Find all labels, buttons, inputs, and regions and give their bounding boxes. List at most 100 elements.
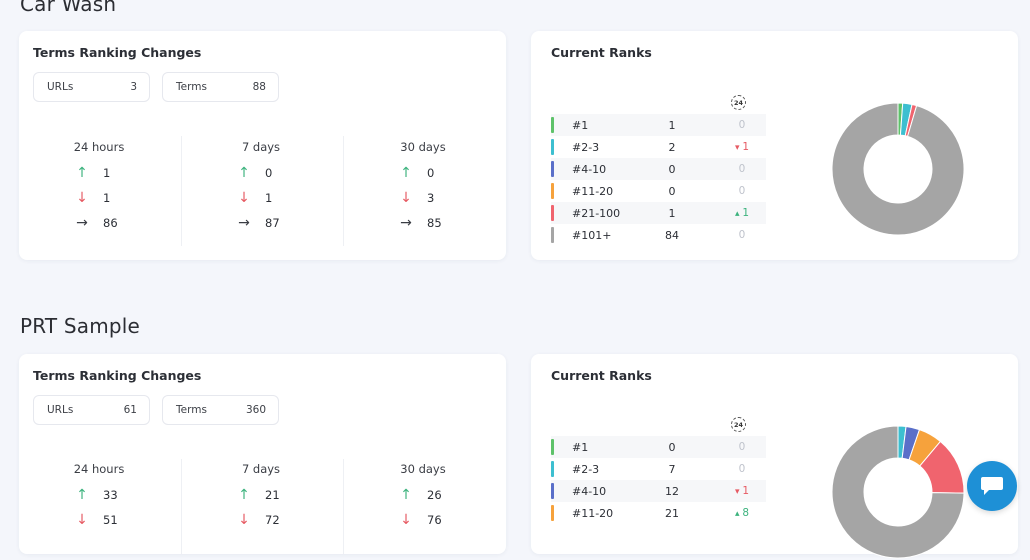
ranks-donut-chart: [831, 425, 965, 559]
terms-value: 360: [245, 404, 266, 416]
ranks-donut-chart: [831, 102, 965, 236]
rank-row: #4-10 0 0: [551, 158, 766, 180]
current-ranks-card: Current Ranks 24 #1 0 0 #2-3 7 0 #4-10 12 ▾ 1 #11…: [531, 354, 1018, 559]
terms-pill[interactable]: Terms 88: [162, 72, 279, 102]
flat-count: 87: [265, 215, 280, 230]
urls-label: URLs: [47, 404, 74, 416]
rank-count: 7: [668, 462, 676, 476]
rank-change-value: 0: [738, 441, 746, 453]
rank-change-value: 0: [738, 229, 746, 241]
rank-color-bar: [551, 227, 554, 243]
current-ranks-card: Current Ranks 24 #1 1 0 #2-3 2 ▾ 1 #4-10 0 0 #11-…: [531, 31, 1018, 260]
arrow-down-icon: ↓: [238, 189, 250, 206]
arrow-down-icon: ↓: [76, 189, 88, 206]
period-30d: 30 days ↑ 26 ↓ 76: [343, 462, 503, 532]
rank-label: #4-10: [572, 484, 607, 498]
rank-change: ▴ 1: [727, 207, 757, 219]
arrow-up-icon: ↑: [238, 164, 250, 181]
rank-label: #21-100: [572, 206, 621, 220]
rank-change: 0: [727, 163, 757, 175]
rank-change: ▾ 1: [727, 141, 757, 153]
period-label: 7 days: [241, 140, 281, 154]
arrow-up-icon: ↑: [238, 486, 250, 503]
arrow-right-icon: →: [76, 214, 88, 231]
card-title: Terms Ranking Changes: [33, 368, 202, 383]
chat-icon: [981, 477, 1003, 495]
terms-value: 88: [252, 81, 266, 93]
terms-ranking-changes-card: Terms Ranking Changes URLs 61 Terms 360 …: [19, 354, 506, 554]
arrow-down-icon: ↓: [400, 189, 412, 206]
urls-value: 61: [123, 404, 137, 416]
rank-count: 21: [665, 506, 679, 520]
rank-row: #1 1 0: [551, 114, 766, 136]
rank-table: #1 0 0 #2-3 7 0 #4-10 12 ▾ 1 #11-20 21 ▴ 8: [551, 436, 766, 524]
rank-row: #101+ 84 0: [551, 224, 766, 246]
arrow-up-icon: ↑: [76, 164, 88, 181]
rank-change-value: 0: [738, 185, 746, 197]
arrow-up-icon: ↑: [400, 486, 412, 503]
period-label: 7 days: [241, 462, 281, 476]
rank-change-value: 1: [742, 485, 750, 497]
up-count: 21: [265, 487, 280, 502]
rank-color-bar: [551, 461, 554, 477]
rank-color-bar: [551, 161, 554, 177]
down-count: 1: [103, 190, 111, 205]
down-count: 76: [427, 512, 442, 527]
period-label: 24 hours: [73, 462, 125, 476]
rank-change-value: 1: [742, 207, 750, 219]
period-7d: 7 days ↑ 0 ↓ 1 → 87: [181, 140, 341, 235]
period-label: 30 days: [400, 462, 446, 476]
rank-label: #4-10: [572, 162, 607, 176]
rank-change-value: 0: [738, 163, 746, 175]
rank-change: 0: [727, 463, 757, 475]
urls-pill[interactable]: URLs 61: [33, 395, 150, 425]
rank-row: #2-3 7 0: [551, 458, 766, 480]
terms-pill[interactable]: Terms 360: [162, 395, 279, 425]
card-title: Current Ranks: [551, 368, 652, 383]
arrow-down-icon: ↓: [400, 511, 412, 528]
urls-label: URLs: [47, 81, 74, 93]
rank-row: #11-20 0 0: [551, 180, 766, 202]
up-count: 0: [265, 165, 273, 180]
rank-count: 1: [668, 118, 676, 132]
rank-label: #11-20: [572, 506, 614, 520]
up-count: 26: [427, 487, 442, 502]
rank-table: #1 1 0 #2-3 2 ▾ 1 #4-10 0 0 #11-20 0 0 #21-100 1 ▴ 1 #1…: [551, 114, 766, 246]
terms-label: Terms: [176, 404, 207, 416]
rank-change: ▴ 8: [727, 507, 757, 519]
chat-button[interactable]: [967, 461, 1017, 511]
clock-24-icon[interactable]: 24: [731, 95, 746, 110]
rank-row: #11-20 21 ▴ 8: [551, 502, 766, 524]
donut-slice[interactable]: [831, 102, 965, 236]
clock-24-icon[interactable]: 24: [731, 417, 746, 432]
rank-change: 0: [727, 185, 757, 197]
rank-color-bar: [551, 505, 554, 521]
period-label: 30 days: [400, 140, 446, 154]
terms-label: Terms: [176, 81, 207, 93]
rank-label: #1: [572, 440, 589, 454]
rank-change-value: 8: [742, 507, 750, 519]
period-30d: 30 days ↑ 0 ↓ 3 → 85: [343, 140, 503, 235]
arrow-right-icon: →: [400, 214, 412, 231]
rank-label: #2-3: [572, 462, 600, 476]
arrow-down-icon: ↓: [76, 511, 88, 528]
card-title: Current Ranks: [551, 45, 652, 60]
rank-count: 0: [668, 440, 676, 454]
clock-label: 24: [733, 420, 744, 429]
rank-label: #101+: [572, 228, 612, 242]
rank-count: 84: [665, 228, 679, 242]
rank-color-bar: [551, 205, 554, 221]
period-label: 24 hours: [73, 140, 125, 154]
rank-color-bar: [551, 139, 554, 155]
period-7d: 7 days ↑ 21 ↓ 72: [181, 462, 341, 532]
rank-change: 0: [727, 229, 757, 241]
up-count: 0: [427, 165, 435, 180]
arrow-right-icon: →: [238, 214, 250, 231]
rank-row: #2-3 2 ▾ 1: [551, 136, 766, 158]
rank-row: #1 0 0: [551, 436, 766, 458]
period-24h: 24 hours ↑ 33 ↓ 51: [19, 462, 179, 532]
rank-label: #11-20: [572, 184, 614, 198]
rank-row: #21-100 1 ▴ 1: [551, 202, 766, 224]
urls-pill[interactable]: URLs 3: [33, 72, 150, 102]
down-count: 1: [265, 190, 273, 205]
